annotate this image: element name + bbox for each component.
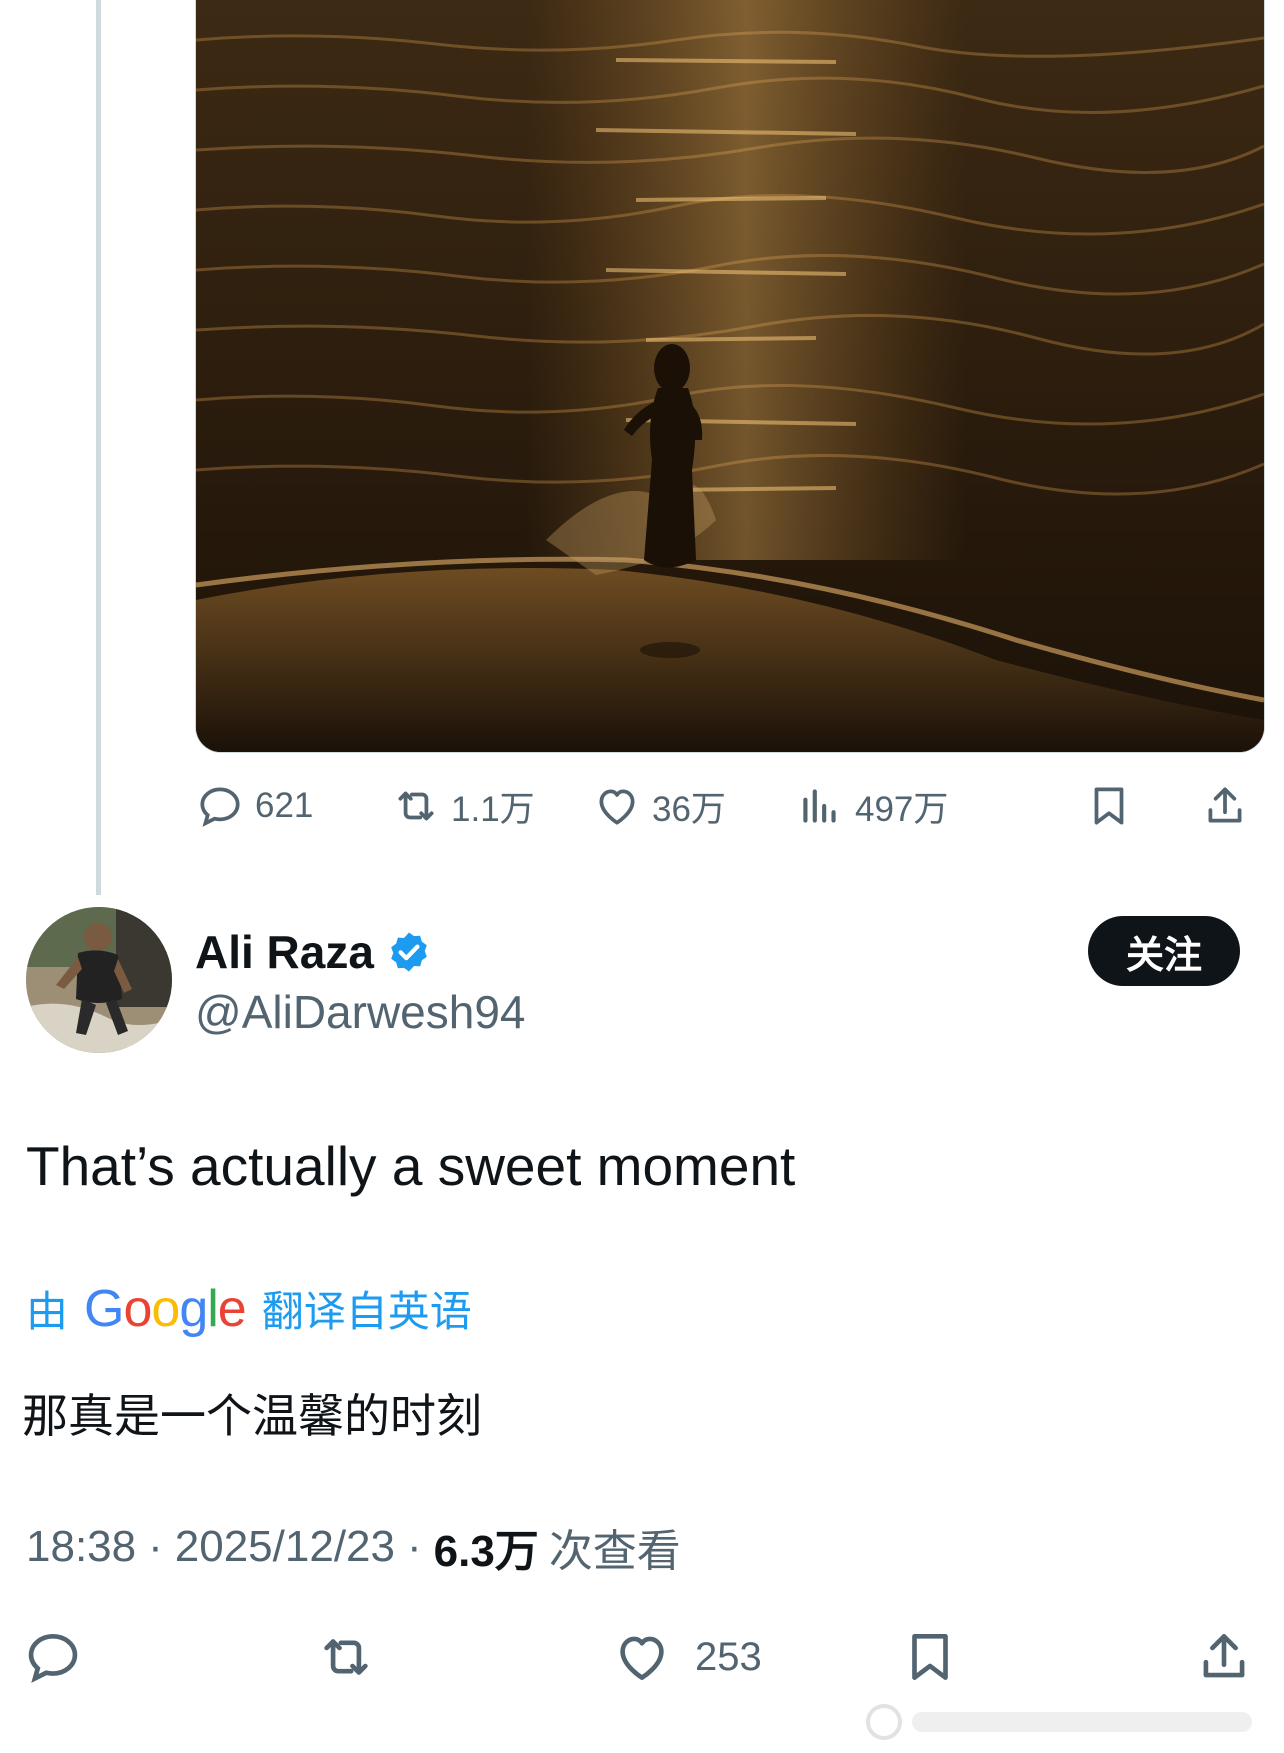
reply-icon: [28, 1634, 78, 1683]
like-icon: [599, 789, 635, 825]
share-icon: [1203, 1634, 1245, 1678]
like-button[interactable]: 253: [611, 1622, 762, 1692]
like-button[interactable]: 36万: [592, 778, 726, 834]
translation-suffix: 翻译自英语: [261, 1288, 472, 1335]
reply-count: 621: [255, 786, 314, 825]
meta-separator: ·: [406, 1522, 422, 1571]
translation-prefix: 由: [26, 1288, 69, 1335]
like-count: 36万: [652, 789, 726, 829]
repost-button[interactable]: 1.1万: [391, 778, 535, 834]
share-button[interactable]: [1200, 778, 1250, 834]
tweet-text: That’s actually a sweet moment: [26, 1135, 796, 1197]
share-icon: [1208, 787, 1242, 823]
tweet-views-label: 次查看: [548, 1527, 681, 1576]
bookmark-button[interactable]: [899, 1622, 961, 1692]
bookmark-icon: [912, 1634, 948, 1680]
thread-connector-line: [96, 0, 101, 895]
google-logo: Google: [84, 1279, 247, 1338]
follow-button[interactable]: 关注: [1088, 916, 1240, 986]
author-display-name: Ali Raza: [195, 926, 374, 978]
avatar[interactable]: [26, 907, 172, 1053]
tweet-date[interactable]: 2025/12/23: [175, 1522, 395, 1572]
meta-separator: ·: [148, 1522, 163, 1571]
repost-icon: [398, 791, 434, 821]
tweet-media-image[interactable]: [195, 0, 1265, 753]
previous-tweet-action-bar: 621 1.1万 36万 497万: [195, 778, 1265, 834]
views-icon: [803, 789, 836, 823]
like-icon: [620, 1636, 664, 1680]
views-button[interactable]: 497万: [795, 778, 948, 834]
bookmark-button[interactable]: [1084, 778, 1134, 834]
translated-tweet-text: 那真是一个温馨的时刻: [22, 1390, 482, 1442]
watermark: [862, 1700, 1272, 1744]
author-handle[interactable]: @AliDarwesh94: [195, 985, 526, 1039]
verified-badge-icon: [391, 932, 427, 972]
repost-count: 1.1万: [451, 789, 535, 829]
translation-attribution[interactable]: 由 Google 翻译自英语: [26, 1278, 472, 1339]
like-count: 253: [695, 1634, 762, 1679]
views-count: 497万: [855, 789, 949, 829]
reply-button[interactable]: [22, 1622, 84, 1692]
bookmark-icon: [1094, 787, 1124, 825]
reply-button[interactable]: 621: [195, 778, 313, 834]
share-button[interactable]: [1193, 1622, 1255, 1692]
tweet-time[interactable]: 18:38: [26, 1522, 136, 1572]
author-display-name-row[interactable]: Ali Raza: [195, 925, 432, 979]
tweet-views-count[interactable]: 6.3万: [434, 1515, 539, 1579]
tweet-metadata: 18:38 · 2025/12/23 · 6.3万 次查看: [26, 1515, 681, 1579]
repost-button[interactable]: [315, 1622, 377, 1692]
repost-icon: [324, 1639, 368, 1675]
tweet-action-bar: 253: [0, 1622, 1284, 1692]
reply-icon: [200, 787, 240, 827]
